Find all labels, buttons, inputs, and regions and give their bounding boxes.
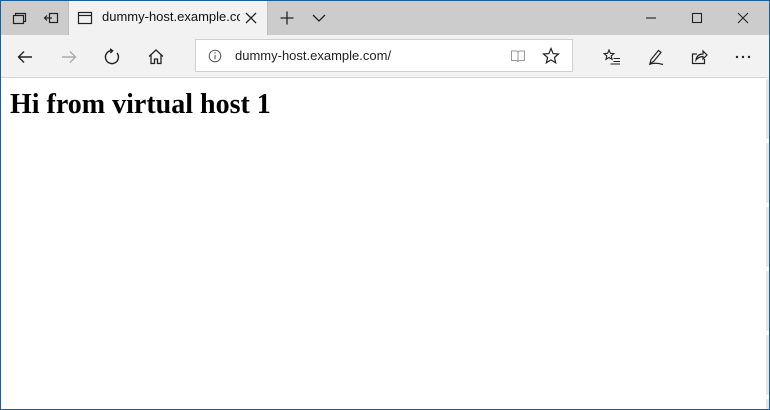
chevron-down-icon xyxy=(312,14,326,22)
home-icon xyxy=(148,49,164,65)
tabs-aside-button[interactable] xyxy=(3,4,35,32)
favorites-list-icon xyxy=(603,48,620,65)
more-icon xyxy=(735,55,751,59)
minimize-button[interactable] xyxy=(628,1,674,35)
restore-tabs-icon xyxy=(43,12,59,24)
new-tab-button[interactable] xyxy=(271,4,303,32)
forward-arrow-icon xyxy=(62,51,77,63)
browser-window: dummy-host.example.com dummy-host.exampl… xyxy=(0,0,770,410)
page-icon xyxy=(77,11,93,25)
home-button[interactable] xyxy=(139,41,173,73)
close-window-button[interactable] xyxy=(720,1,766,35)
back-button[interactable] xyxy=(8,41,42,73)
tab-strip: dummy-host.example.com xyxy=(1,1,769,35)
refresh-icon xyxy=(104,48,120,65)
tab-list-button[interactable] xyxy=(303,4,335,32)
navigation-bar: dummy-host.example.com/ xyxy=(1,35,769,78)
close-icon xyxy=(737,12,749,24)
more-button[interactable] xyxy=(726,41,760,73)
url-text[interactable]: dummy-host.example.com/ xyxy=(235,48,391,63)
share-icon xyxy=(691,49,708,65)
star-icon[interactable] xyxy=(542,47,560,65)
maximize-icon xyxy=(691,12,703,24)
refresh-button[interactable] xyxy=(95,41,129,73)
restore-tabs-button[interactable] xyxy=(35,4,67,32)
page-heading: Hi from virtual host 1 xyxy=(10,89,271,120)
web-note-button[interactable] xyxy=(639,41,673,73)
close-icon[interactable] xyxy=(243,10,259,26)
tabs-aside-icon xyxy=(12,12,27,25)
back-arrow-icon xyxy=(17,51,32,63)
favorites-button[interactable] xyxy=(595,41,629,73)
reading-view-icon[interactable] xyxy=(510,48,526,64)
scrollbar[interactable] xyxy=(766,79,769,409)
info-icon[interactable] xyxy=(208,49,222,63)
page-content: Hi from virtual host 1 xyxy=(1,79,769,409)
tab-active[interactable]: dummy-host.example.com xyxy=(68,1,268,35)
pen-icon xyxy=(648,49,664,66)
minimize-icon xyxy=(646,17,656,19)
tab-title: dummy-host.example.com xyxy=(102,9,240,24)
forward-button[interactable] xyxy=(52,41,86,73)
maximize-button[interactable] xyxy=(674,1,720,35)
plus-icon xyxy=(280,11,294,25)
address-bar[interactable]: dummy-host.example.com/ xyxy=(195,39,573,72)
share-button[interactable] xyxy=(682,41,716,73)
